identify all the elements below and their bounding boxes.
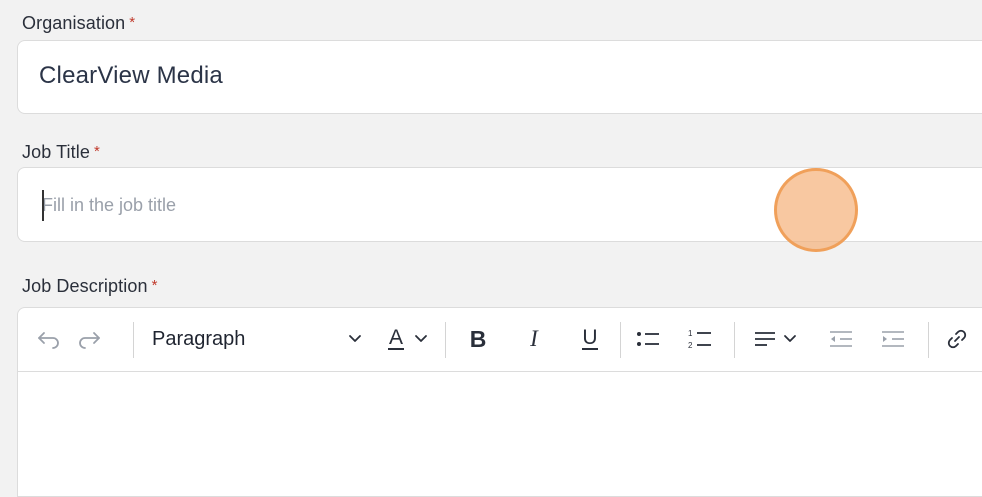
bulleted-list-button[interactable] (630, 322, 666, 356)
bold-button[interactable]: B (461, 322, 495, 356)
chevron-down-icon (784, 335, 796, 342)
redo-icon (79, 332, 100, 349)
editor-content-area[interactable] (18, 372, 982, 496)
underline-icon: U (582, 326, 598, 350)
numbered-list-button[interactable]: 1 2 (682, 322, 718, 356)
svg-text:2: 2 (688, 341, 693, 350)
numbered-list-icon: 1 2 (688, 329, 711, 350)
text-caret (42, 190, 44, 221)
job-description-editor[interactable]: Paragraph A B I U 1 2 (17, 307, 982, 497)
undo-button[interactable] (33, 322, 65, 356)
outdent-icon (830, 331, 852, 347)
text-color-icon: A (387, 326, 404, 350)
bold-icon: B (469, 325, 487, 352)
text-color-button[interactable]: A (378, 322, 438, 356)
indent-button[interactable] (875, 322, 911, 356)
job-description-label: Job Description * (22, 276, 158, 297)
job-title-label: Job Title * (22, 142, 100, 163)
outdent-button[interactable] (823, 322, 859, 356)
link-button[interactable] (940, 322, 974, 356)
toolbar-divider (133, 322, 134, 358)
organisation-label: Organisation * (22, 13, 135, 34)
svg-text:1: 1 (688, 329, 693, 338)
chevron-down-icon (349, 335, 361, 342)
editor-toolbar: Paragraph A B I U 1 2 (18, 308, 982, 372)
toolbar-divider (620, 322, 621, 358)
block-format-dropdown[interactable]: Paragraph (152, 322, 362, 356)
job-title-field[interactable] (17, 167, 982, 242)
organisation-label-text: Organisation (22, 13, 126, 33)
redo-button[interactable] (73, 322, 105, 356)
job-title-label-text: Job Title (22, 142, 90, 162)
organisation-value: ClearView Media (39, 62, 223, 89)
toolbar-divider (928, 322, 929, 358)
underline-button[interactable]: U (573, 322, 607, 356)
alignment-dropdown[interactable] (746, 322, 804, 356)
organisation-field[interactable]: ClearView Media (17, 40, 982, 114)
link-icon (947, 329, 967, 349)
block-format-value: Paragraph (152, 327, 246, 350)
align-left-icon (755, 332, 775, 346)
undo-icon (38, 332, 59, 349)
toolbar-divider (734, 322, 735, 358)
italic-button[interactable]: I (517, 322, 551, 356)
job-description-label-text: Job Description (22, 276, 148, 296)
toolbar-divider (445, 322, 446, 358)
chevron-down-icon (415, 335, 427, 342)
italic-icon: I (530, 326, 538, 351)
required-marker: * (151, 277, 158, 294)
bulleted-list-icon (637, 332, 659, 346)
indent-icon (882, 331, 904, 347)
job-title-input[interactable] (42, 190, 942, 220)
required-marker: * (129, 14, 136, 31)
required-marker: * (93, 143, 100, 160)
